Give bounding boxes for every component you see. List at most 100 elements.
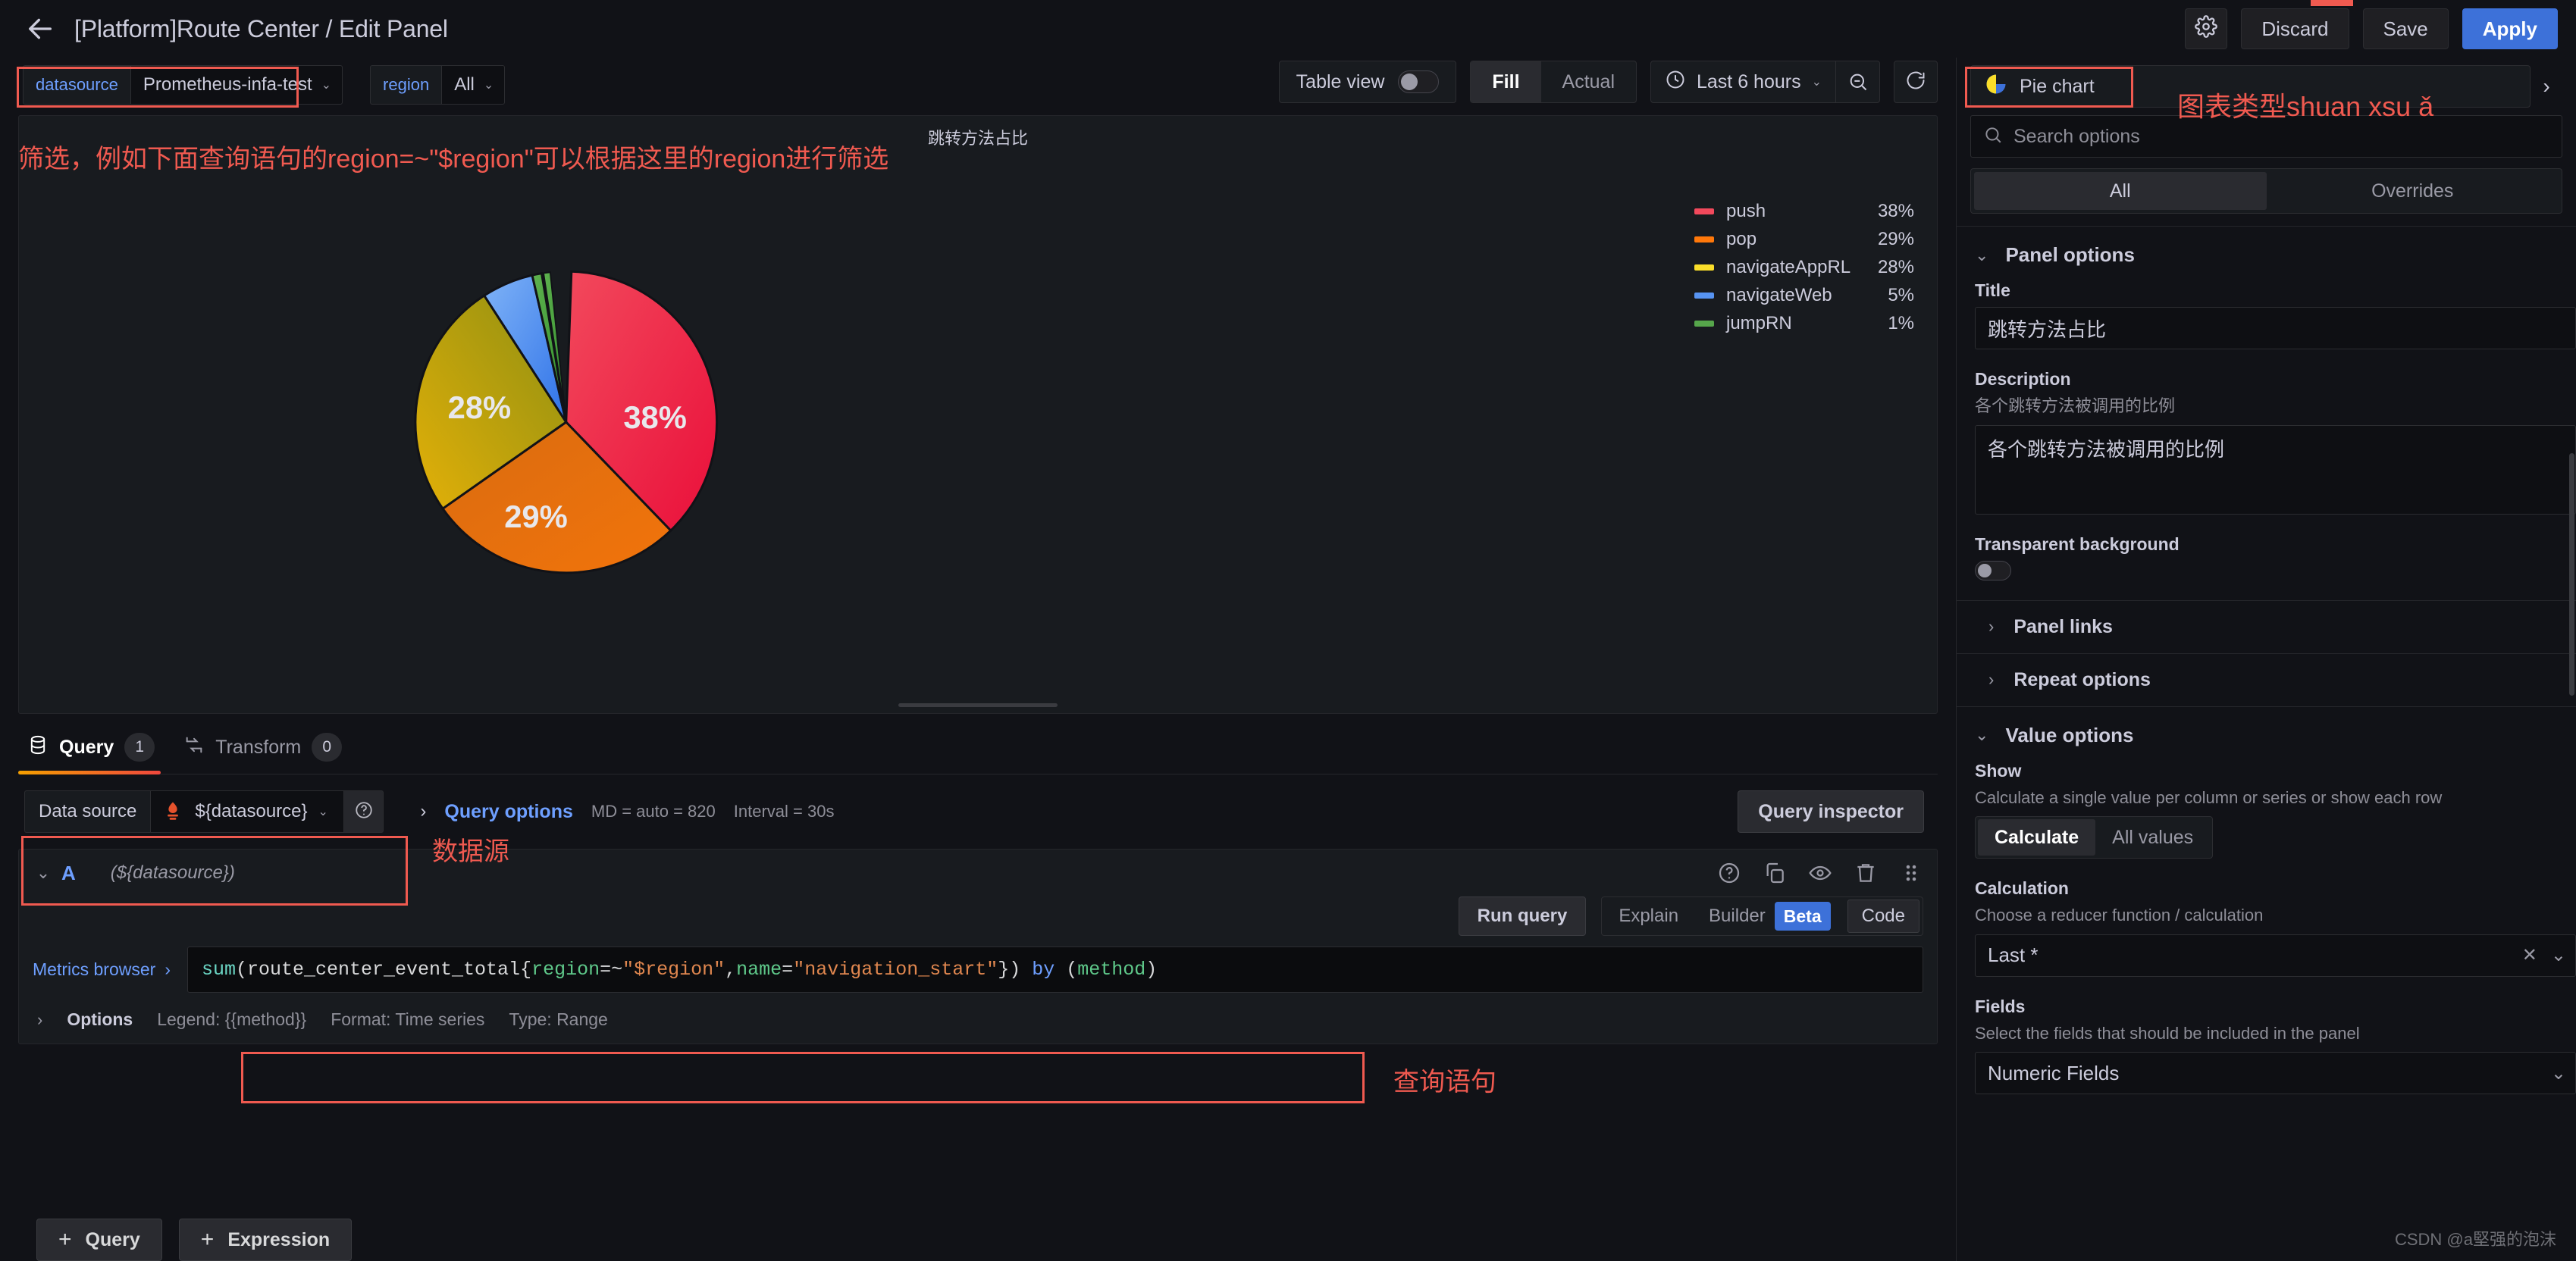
pie-label-pop: 29% <box>504 499 568 534</box>
tab-all[interactable]: All <box>1974 172 2267 210</box>
tab-query[interactable]: Query 1 <box>18 733 174 774</box>
transparent-background-switch[interactable] <box>1975 560 2011 580</box>
calculation-label: Calculation <box>1975 878 2069 899</box>
description-input[interactable]: 各个跳转方法被调用的比例 <box>1975 424 2576 515</box>
panel-visualization: 跳转方法占比 38% 29% 28% push 38% pop 29% navi… <box>18 115 1938 714</box>
table-view-toggle[interactable]: Table view <box>1278 61 1457 103</box>
apply-button[interactable]: Apply <box>2462 8 2558 49</box>
panel-viz-title: 跳转方法占比 <box>927 129 1028 148</box>
legend-swatch <box>1694 236 1714 242</box>
query-options-row[interactable]: › Options Legend: {{method}} Format: Tim… <box>19 993 1937 1044</box>
field-fields: Fields Select the fields that should be … <box>1957 997 2576 1095</box>
search-options-box[interactable] <box>1970 115 2562 158</box>
variable-label-datasource: datasource <box>23 65 130 105</box>
time-range-label: Last 6 hours <box>1697 70 1801 92</box>
save-button[interactable]: Save <box>2362 8 2449 49</box>
close-icon[interactable]: ✕ <box>2522 944 2537 966</box>
metrics-browser-button[interactable]: Metrics browser › <box>33 947 187 993</box>
variable-picker-datasource[interactable]: Prometheus-infa-test ⌄ <box>130 65 343 105</box>
tab-overrides[interactable]: Overrides <box>2267 172 2559 210</box>
legend-item[interactable]: navigateWeb 5% <box>1694 285 1914 306</box>
section-panel-links[interactable]: › Panel links <box>1957 599 2576 653</box>
database-icon <box>27 734 49 761</box>
calculation-description: Choose a reducer function / calculation <box>1975 906 2264 925</box>
clock-icon <box>1665 69 1686 95</box>
help-circle-icon[interactable] <box>1717 861 1741 885</box>
builder-mode[interactable]: Builder Beta <box>1695 900 1844 933</box>
legend-label: navigateWeb <box>1726 285 1832 305</box>
add-expression-button[interactable]: + Expression <box>178 1219 353 1261</box>
actual-option[interactable]: Actual <box>1541 61 1636 102</box>
section-panel-options[interactable]: ⌄ Panel options <box>1957 226 2576 280</box>
calculation-select[interactable]: Last * ✕ ⌄ <box>1975 934 2576 977</box>
fields-select[interactable]: Numeric Fields ⌄ <box>1975 1052 2576 1095</box>
add-query-button[interactable]: + Query <box>36 1219 162 1261</box>
zoom-out-icon[interactable] <box>1835 61 1879 102</box>
chevron-right-icon: › <box>420 801 427 821</box>
panel-scrollbar[interactable] <box>898 703 1058 707</box>
legend-value: 29% <box>1877 229 1914 249</box>
legend-value: 1% <box>1888 313 1914 333</box>
panel-links-label: Panel links <box>2013 615 2113 637</box>
chevron-down-icon: ⌄ <box>321 79 332 92</box>
tab-transform[interactable]: Transform 0 <box>174 733 362 774</box>
table-view-switch[interactable] <box>1398 70 1440 93</box>
query-inspector-button[interactable]: Query inspector <box>1738 790 1924 833</box>
legend-label: navigateAppRL <box>1726 257 1851 277</box>
query-ref-id[interactable]: A <box>61 862 76 885</box>
gear-icon <box>2195 14 2218 43</box>
pie-label-push: 38% <box>623 399 687 435</box>
explain-toggle[interactable]: Explain <box>1605 900 1692 933</box>
legend-item[interactable]: push 38% <box>1694 201 1914 222</box>
legend-item[interactable]: navigateAppRL 28% <box>1694 257 1914 278</box>
panel-pane: datasource Prometheus-infa-test ⌄ region… <box>0 58 1956 1261</box>
variable-picker-region[interactable]: All ⌄ <box>441 65 506 105</box>
copy-icon[interactable] <box>1763 861 1787 885</box>
grafana-edit-panel: [Platform]Route Center / Edit Panel Disc… <box>0 0 2576 1261</box>
query-options-md: MD = auto = 820 <box>591 802 716 821</box>
title-input[interactable]: 跳转方法占比 <box>1975 307 2576 349</box>
time-range-picker[interactable]: Last 6 hours ⌄ <box>1651 61 1835 102</box>
section-repeat-options[interactable]: › Repeat options <box>1957 652 2576 706</box>
panel-settings-button[interactable] <box>2185 8 2228 49</box>
show-calculate-option[interactable]: Calculate <box>1978 819 2096 856</box>
eye-icon[interactable] <box>1808 861 1832 885</box>
refresh-button[interactable] <box>1894 61 1938 103</box>
promql-input[interactable]: sum(route_center_event_total{region=~"$r… <box>186 947 1923 993</box>
query-row-actions <box>1717 861 1923 885</box>
back-arrow-icon[interactable] <box>23 11 58 46</box>
chevron-right-icon[interactable]: › <box>2531 74 2562 99</box>
legend-value: 5% <box>1888 285 1914 305</box>
expr-token: "navigation_start" <box>793 959 998 981</box>
all-overrides-tabs: All Overrides <box>1957 168 2576 226</box>
legend-item[interactable]: jumpRN 1% <box>1694 313 1914 334</box>
expr-token: "$region" <box>622 959 725 981</box>
annotation-tick <box>2311 0 2353 6</box>
description-label: Description <box>1975 369 2071 389</box>
datasource-help-button[interactable] <box>344 790 384 833</box>
discard-button[interactable]: Discard <box>2241 8 2349 49</box>
run-query-button[interactable]: Run query <box>1458 896 1587 936</box>
query-options[interactable]: › Query options MD = auto = 820 Interval… <box>420 801 834 823</box>
chevron-down-icon: ⌄ <box>483 79 494 92</box>
fill-option[interactable]: Fill <box>1471 61 1541 102</box>
options-scroll-area: ⌄ Panel options Title 跳转方法占比 Description… <box>1957 226 2576 1261</box>
panel-visualization-wrap: 跳转方法占比 38% 29% 28% push 38% pop 29% navi… <box>18 115 1938 714</box>
repeat-options-label: Repeat options <box>2013 668 2151 690</box>
options-scrollbar[interactable] <box>2569 453 2574 696</box>
show-all-values-option[interactable]: All values <box>2095 819 2210 856</box>
panel-options-title: Panel options <box>2005 243 2135 266</box>
search-options-input[interactable] <box>2013 125 2549 148</box>
drag-handle-icon[interactable] <box>1899 861 1923 885</box>
visualization-picker[interactable]: Pie chart <box>1970 65 2531 108</box>
datasource-picker[interactable]: ${datasource} ⌄ <box>150 790 345 833</box>
field-transparent-background: Transparent background <box>1957 534 2576 580</box>
legend-item[interactable]: pop 29% <box>1694 229 1914 250</box>
legend-swatch <box>1694 264 1714 271</box>
query-row-header: ⌄ A (${datasource}) <box>19 850 1937 896</box>
expr-token: =~ <box>600 959 623 981</box>
code-mode[interactable]: Code <box>1847 900 1919 933</box>
section-value-options[interactable]: ⌄ Value options <box>1957 706 2576 761</box>
trash-icon[interactable] <box>1854 861 1878 885</box>
collapse-query-icon[interactable]: ⌄ <box>30 863 57 883</box>
